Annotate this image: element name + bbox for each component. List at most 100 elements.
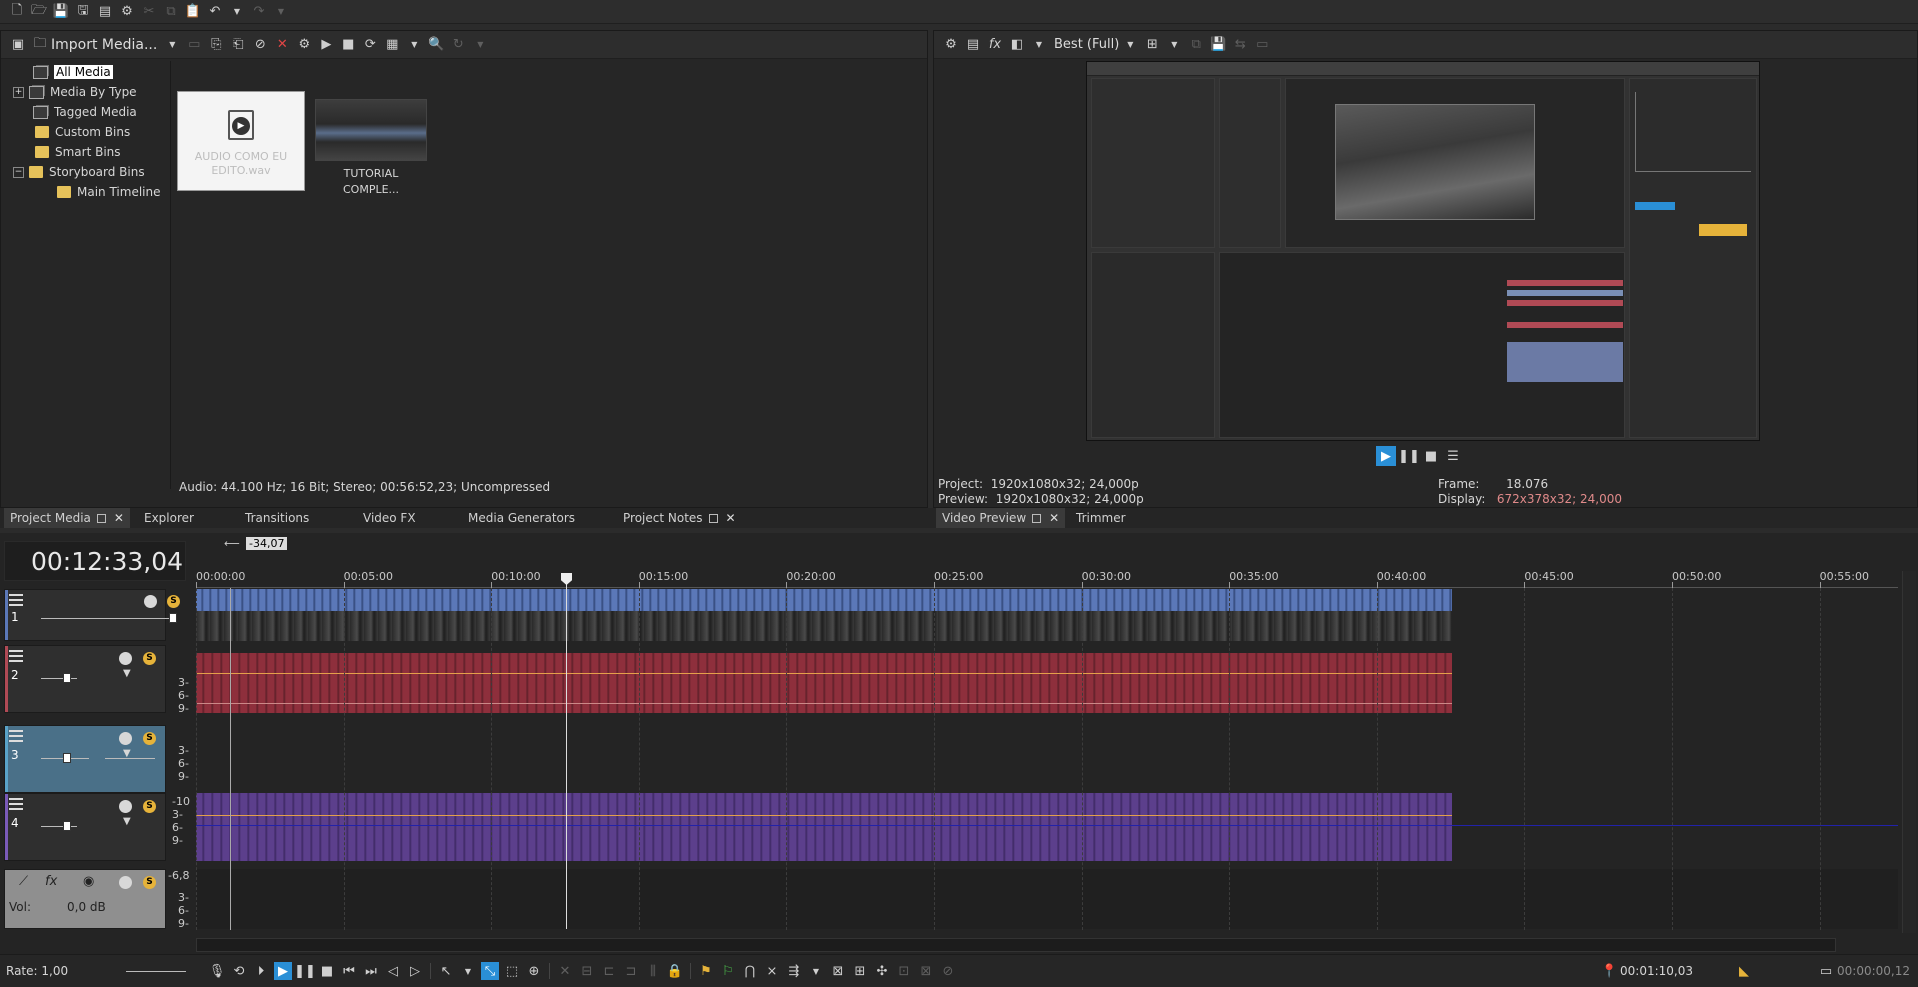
slider-knob[interactable] <box>169 613 177 623</box>
video-fx-icon[interactable]: fx <box>986 36 1004 54</box>
bin-icon[interactable]: ▣ <box>9 36 27 54</box>
pin-icon[interactable] <box>708 513 718 523</box>
overlays-grid-icon[interactable]: ⊞ <box>1143 36 1161 54</box>
tab-video-fx[interactable]: Video FX <box>357 508 422 528</box>
pan-dropdown-icon[interactable]: ▼ <box>123 748 131 759</box>
tab-video-preview[interactable]: Video Preview ✕ <box>936 508 1066 528</box>
collapse-icon[interactable]: − <box>13 166 24 178</box>
zoom-tool-icon[interactable]: ⊕ <box>525 962 543 980</box>
settings-gear-icon[interactable]: ⚙ <box>118 3 136 21</box>
tree-item-all-media[interactable]: All Media <box>33 63 113 81</box>
compositing-level-slider[interactable] <box>41 618 177 619</box>
tree-item-main-timeline[interactable]: Main Timeline <box>57 183 160 201</box>
slider-knob[interactable] <box>63 673 71 683</box>
master-bus-header[interactable]: ⟋ fx ◉ S Vol: 0,0 dB <box>4 869 166 929</box>
solo-icon[interactable]: S <box>143 652 156 665</box>
new-file-icon[interactable]: 🗋 <box>8 3 26 21</box>
copy-snapshot-icon[interactable]: ⧉ <box>1187 36 1205 54</box>
import-dropdown-icon[interactable]: ▼ <box>163 36 181 54</box>
import-media-icon[interactable]: 🗀 <box>31 36 49 54</box>
track-menu-icon[interactable] <box>9 650 23 662</box>
undo-dropdown-icon[interactable]: ▼ <box>228 3 246 21</box>
tree-item-tagged-media[interactable]: Tagged Media <box>33 103 137 121</box>
volume-slider[interactable] <box>41 826 77 827</box>
solo-icon[interactable]: S <box>143 876 156 889</box>
play-icon[interactable]: ▶ <box>274 962 292 980</box>
play-icon[interactable]: ▶ <box>317 36 335 54</box>
snapping-icon[interactable]: ⋂ <box>741 962 759 980</box>
open-folder-icon[interactable]: 🗁 <box>30 3 48 21</box>
redo-dropdown-icon[interactable]: ▼ <box>272 3 290 21</box>
play-icon[interactable]: ▶ <box>1376 446 1396 466</box>
close-icon[interactable]: ✕ <box>1049 511 1059 525</box>
vertical-scrollbar[interactable] <box>1902 571 1916 933</box>
tab-project-media[interactable]: Project Media ✕ <box>4 508 130 528</box>
views-icon[interactable]: ▦ <box>383 36 401 54</box>
auto-crossfade-icon[interactable]: ⨯ <box>763 962 781 980</box>
trim-end-icon[interactable]: ⊐ <box>622 962 640 980</box>
paste-icon[interactable]: 📋 <box>184 3 202 21</box>
track-menu-icon[interactable] <box>9 594 23 606</box>
undo-icon[interactable]: ↶ <box>206 3 224 21</box>
tree-item-media-by-type[interactable]: + Media By Type <box>13 83 137 101</box>
bus-icon[interactable]: ◉ <box>83 874 94 889</box>
rate-slider[interactable] <box>126 970 186 972</box>
search-icon[interactable]: 🔍 <box>427 36 445 54</box>
mute-icon[interactable] <box>119 652 132 665</box>
audio-track-2-lane[interactable] <box>196 653 1898 713</box>
tab-transitions[interactable]: Transitions <box>239 508 315 528</box>
normal-edit-tool-icon[interactable]: ↖ <box>437 962 455 980</box>
fx-icon[interactable]: fx <box>45 874 57 889</box>
solo-icon[interactable]: S <box>143 800 156 813</box>
track-menu-icon[interactable] <box>9 730 23 742</box>
cut-icon[interactable]: ✂ <box>140 3 158 21</box>
split-dropdown-icon[interactable]: ▼ <box>1030 36 1048 54</box>
save-as-icon[interactable]: 🖫 <box>74 3 92 21</box>
stop-icon[interactable]: ■ <box>318 962 336 980</box>
ripple-edit-icon[interactable]: ⇶ <box>785 962 803 980</box>
save-snapshot-icon[interactable]: 💾 <box>1209 36 1227 54</box>
menu-icon[interactable]: ☰ <box>1444 447 1462 465</box>
remove-unused-icon[interactable]: ⊘ <box>251 36 269 54</box>
refresh-icon[interactable]: ↻ <box>449 36 467 54</box>
split-icon[interactable]: ⫼ <box>644 962 662 980</box>
views-dropdown-icon[interactable]: ▼ <box>405 36 423 54</box>
prev-frame-icon[interactable]: ◁ <box>384 962 402 980</box>
time-ruler[interactable]: 00:00:00 00:05:00 00:10:00 00:15:00 00:20:00… <box>196 570 1898 588</box>
edit-tool-dropdown-icon[interactable]: ▼ <box>459 962 477 980</box>
quality-dropdown-icon[interactable]: ▼ <box>1121 36 1139 54</box>
get-media-icon[interactable]: ⎘ <box>207 36 225 54</box>
go-to-start-icon[interactable]: ⏮ <box>340 962 358 980</box>
mute-icon[interactable] <box>144 595 157 608</box>
pin-icon[interactable] <box>1032 513 1042 523</box>
audio-track-3-lane[interactable] <box>196 723 1898 793</box>
solo-icon[interactable]: S <box>167 595 180 608</box>
preview-video-frame[interactable] <box>1086 61 1760 441</box>
pause-icon[interactable]: ❚❚ <box>294 962 316 980</box>
playhead[interactable] <box>566 573 567 929</box>
lock-icon[interactable]: 🔒 <box>666 962 684 980</box>
stop-icon[interactable]: ■ <box>1422 447 1440 465</box>
marker-icon[interactable]: ⚑ <box>697 962 715 980</box>
overlays-dropdown-icon[interactable]: ▼ <box>1165 36 1183 54</box>
pin-icon[interactable] <box>96 513 106 523</box>
render-icon[interactable]: ▤ <box>96 3 114 21</box>
pause-icon[interactable]: ❚❚ <box>1398 447 1420 465</box>
expand-icon[interactable]: + <box>13 86 24 98</box>
auto-preview-icon[interactable]: ⟳ <box>361 36 379 54</box>
refresh-dropdown-icon[interactable]: ▼ <box>471 36 489 54</box>
tab-project-notes[interactable]: Project Notes ✕ <box>617 508 742 528</box>
cross-icon[interactable]: ⊘ <box>939 962 957 980</box>
trim-icon[interactable]: ⊟ <box>578 962 596 980</box>
trim-start-icon[interactable]: ⊏ <box>600 962 618 980</box>
mute-icon[interactable] <box>119 876 132 889</box>
next-frame-icon[interactable]: ▷ <box>406 962 424 980</box>
stop-icon[interactable]: ■ <box>339 36 357 54</box>
media-item-audio[interactable]: ▶ AUDIO COMO EU EDITO.wav <box>177 91 305 191</box>
track-header-audio-4[interactable]: 4 S ▼ <box>4 793 166 861</box>
tab-trimmer[interactable]: Trimmer <box>1070 508 1132 528</box>
loop-icon[interactable]: ⟲ <box>230 962 248 980</box>
audio-event-red[interactable] <box>196 653 1452 713</box>
go-to-end-icon[interactable]: ⏭ <box>362 962 380 980</box>
tab-explorer[interactable]: Explorer <box>138 508 200 528</box>
